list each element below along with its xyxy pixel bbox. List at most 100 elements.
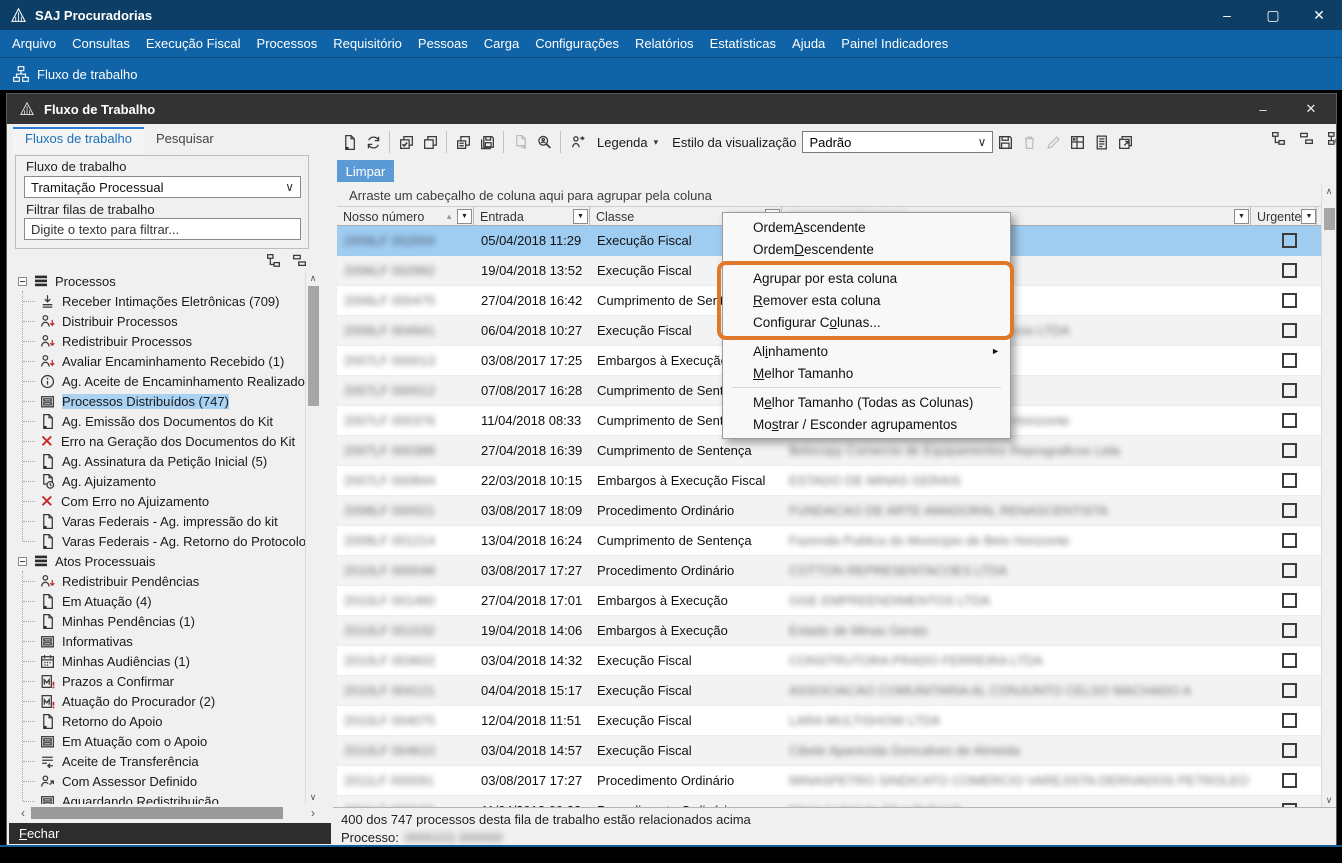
menu-item-painel-indicadores[interactable]: Painel Indicadores (833, 36, 956, 51)
context-menu-item-mostrar-esconder-agrupamentos[interactable]: Mo s trar / Esconder agrupamentos (723, 413, 1010, 435)
process-row[interactable]: 2008LF 000021 03/08/2017 18:09 Procediment… (337, 496, 1323, 526)
workflow-minimize-button[interactable]: – (1240, 94, 1286, 124)
tree-add-icon[interactable] (1270, 130, 1290, 150)
urgente-checkbox[interactable] (1282, 473, 1297, 488)
context-menu-item-ordem-ascendente[interactable]: Ordem Ascendente (723, 216, 1010, 238)
legend-button[interactable]: Legenda (597, 135, 648, 150)
tree-item[interactable]: Minhas Audiências (1) (15, 651, 305, 671)
urgente-checkbox[interactable] (1282, 413, 1297, 428)
process-row[interactable]: 2008LF 001214 13/04/2018 16:24 Cumprimento… (337, 526, 1323, 556)
tree-item[interactable]: Com Erro no Ajuizamento (15, 491, 305, 511)
context-menu-item-configurar-colunas-[interactable]: Configurar Co lunas... (723, 311, 1010, 333)
process-row[interactable]: 2010LF 004075 12/04/2018 11:51 Execução Fi… (337, 706, 1323, 736)
urgente-checkbox[interactable] (1282, 353, 1297, 368)
grid-vertical-scrollbar[interactable]: ∧ ∨ (1321, 184, 1336, 807)
menu-item-requisit-rio[interactable]: Requisitório (325, 36, 410, 51)
tree-item[interactable]: Ag. Aceite de Encaminhamento Realizado (15, 371, 305, 391)
grid-scrollbar-thumb[interactable] (1324, 208, 1335, 230)
menu-item-relat-rios[interactable]: Relatórios (627, 36, 702, 51)
copy-check-icon[interactable] (394, 129, 418, 155)
urgente-checkbox[interactable] (1282, 233, 1297, 248)
filter-input[interactable] (24, 218, 301, 240)
process-row[interactable]: 2010LF 004121 04/04/2018 15:17 Execução Fi… (337, 676, 1323, 706)
scroll-up-icon[interactable]: ∧ (1322, 184, 1336, 198)
process-row[interactable]: 2011LF 000091 03/08/2017 17:27 Procediment… (337, 766, 1323, 796)
tree-item[interactable]: Em Atuação com o Apoio (15, 731, 305, 751)
copy-icon[interactable] (418, 129, 442, 155)
save-multiple-icon[interactable] (475, 129, 499, 155)
urgente-checkbox[interactable] (1282, 713, 1297, 728)
process-row[interactable]: 2010LF 001460 27/04/2018 17:01 Embargos à … (337, 586, 1323, 616)
tree-item[interactable]: Avaliar Encaminhamento Recebido (1) (15, 351, 305, 371)
excel-export-icon[interactable] (1065, 129, 1089, 155)
style-select[interactable]: Padrão ∨ (802, 131, 994, 153)
urgente-checkbox[interactable] (1282, 263, 1297, 278)
send-window-icon[interactable] (1113, 129, 1137, 155)
filter-icon[interactable]: ▼ (1234, 209, 1249, 224)
urgente-checkbox[interactable] (1282, 683, 1297, 698)
tree-group-processos[interactable]: Processos (15, 271, 305, 291)
tab-fluxos-de-trabalho[interactable]: Fluxos de trabalho (13, 127, 144, 153)
column-header-urgente[interactable]: Urgente ▼ (1251, 207, 1317, 226)
tree-item[interactable]: Redistribuir Pendências (15, 571, 305, 591)
urgente-checkbox[interactable] (1282, 383, 1297, 398)
minimize-button[interactable]: – (1204, 0, 1250, 30)
copy-save-icon[interactable] (451, 129, 475, 155)
tree-item[interactable]: Atuação do Procurador (2) (15, 691, 305, 711)
tree-item[interactable]: Distribuir Processos (15, 311, 305, 331)
tree-expand-icon[interactable] (265, 252, 285, 270)
tree-vertical-scrollbar[interactable]: ∧ ∨ (305, 271, 320, 804)
tree-item[interactable]: Aguardando Redistribuição (15, 791, 305, 804)
new-document-icon[interactable] (337, 129, 361, 155)
close-button[interactable]: ✕ (1296, 0, 1342, 30)
menu-item-consultas[interactable]: Consultas (64, 36, 138, 51)
tree-item[interactable]: Varas Federais - Ag. impressão do kit (15, 511, 305, 531)
process-row[interactable]: 2007LF 000844 22/03/2018 10:15 Embargos à … (337, 466, 1323, 496)
flow-shortcut-button[interactable]: Fluxo de trabalho (12, 65, 137, 83)
filter-icon[interactable]: ▼ (1301, 209, 1317, 224)
menu-item-pessoas[interactable]: Pessoas (410, 36, 476, 51)
tab-pesquisar[interactable]: Pesquisar (144, 127, 226, 153)
context-menu-item-agrupar-por-esta-coluna[interactable]: Ag rupar por esta coluna (723, 267, 1010, 289)
clear-button[interactable]: Limpar (337, 160, 394, 182)
context-menu-item-ordem-descendente[interactable]: Ordem Descendente (723, 238, 1010, 260)
tree-item[interactable]: Ag. Emissão dos Documentos do Kit (15, 411, 305, 431)
urgente-checkbox[interactable] (1282, 653, 1297, 668)
context-menu-item-melhor-tamanho-todas-as-colunas-[interactable]: Me lhor Tamanho (Todas as Colunas) (723, 391, 1010, 413)
context-menu-item-remover-esta-coluna[interactable]: Remover esta coluna (723, 289, 1010, 311)
process-row[interactable]: 2011LF 00019011/04/2018 09:23Procediment… (337, 796, 1323, 807)
menu-item-ajuda[interactable]: Ajuda (784, 36, 833, 51)
scroll-left-icon[interactable]: ‹ (15, 806, 31, 820)
process-row[interactable]: 2010LF 000048 03/08/2017 17:27 Procediment… (337, 556, 1323, 586)
tree-item[interactable]: Em Atuação (4) (15, 591, 305, 611)
tree-item[interactable]: Aceite de Transferência (15, 751, 305, 771)
tree-horizontal-scrollbar[interactable]: ‹ › (15, 805, 321, 821)
menu-item-carga[interactable]: Carga (476, 36, 527, 51)
tree-item[interactable]: Redistribuir Processos (15, 331, 305, 351)
scroll-right-icon[interactable]: › (305, 806, 321, 820)
scroll-up-icon[interactable]: ∧ (306, 271, 320, 285)
urgente-checkbox[interactable] (1282, 533, 1297, 548)
tree-collapse-icon[interactable] (291, 252, 311, 270)
urgente-checkbox[interactable] (1282, 563, 1297, 578)
process-row[interactable]: 2007LF 000388 27/04/2018 16:39 Cumprimento… (337, 436, 1323, 466)
tree-config-icon[interactable] (1326, 130, 1336, 150)
urgente-checkbox[interactable] (1282, 323, 1297, 338)
legend-person-icon[interactable] (565, 129, 589, 155)
menu-item-arquivo[interactable]: Arquivo (4, 36, 64, 51)
close-panel-button[interactable]: Fechar (9, 823, 331, 844)
workflow-close-button[interactable]: ✕ (1288, 94, 1334, 124)
tree-item[interactable]: Prazos a Confirmar (15, 671, 305, 691)
tree-item[interactable]: Retorno do Apoio (15, 711, 305, 731)
menu-item-estat-sticas[interactable]: Estatísticas (702, 36, 784, 51)
column-header-nosso-n-mero[interactable]: Nosso número ▲ ▼ (337, 207, 474, 226)
urgente-checkbox[interactable] (1282, 593, 1297, 608)
urgente-checkbox[interactable] (1282, 773, 1297, 788)
tree-collapse-icon[interactable] (1298, 130, 1318, 150)
tree-hscrollbar-thumb[interactable] (31, 807, 283, 819)
collapse-box-icon[interactable] (18, 276, 27, 286)
maximize-button[interactable]: ▢ (1250, 0, 1296, 30)
tree-item[interactable]: Informativas (15, 631, 305, 651)
tree-scrollbar-thumb[interactable] (308, 286, 319, 406)
save-icon[interactable] (993, 129, 1017, 155)
